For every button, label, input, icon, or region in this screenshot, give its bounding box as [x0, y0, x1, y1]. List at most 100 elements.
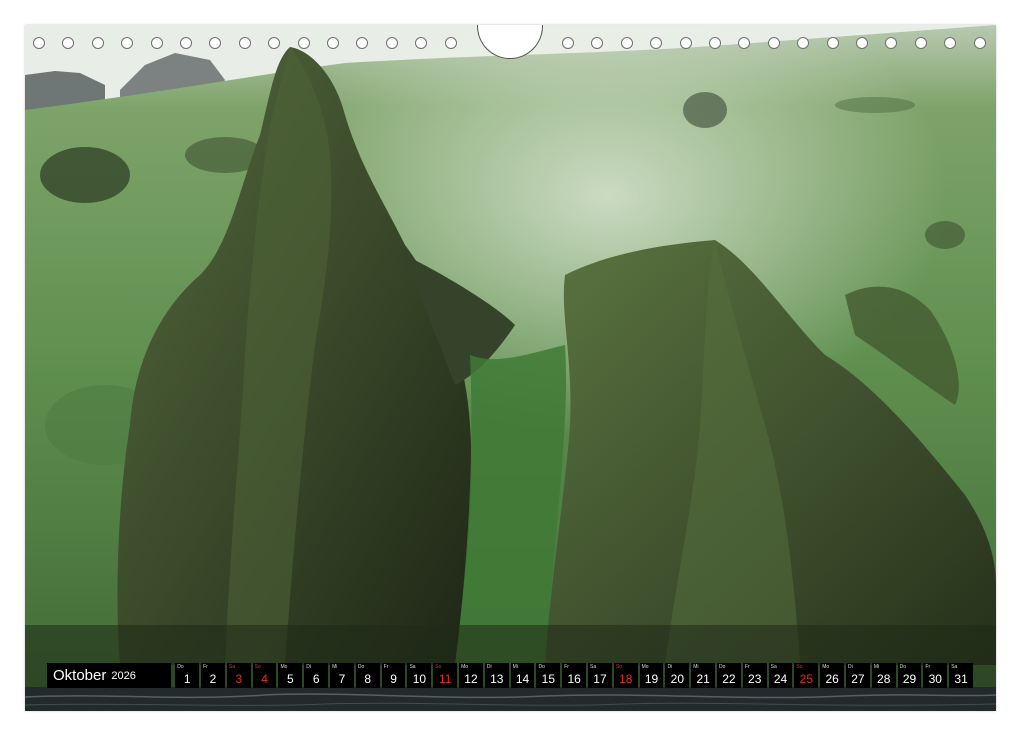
weekday-label: Mi — [693, 664, 699, 670]
binding-hole — [33, 37, 45, 49]
day-number: 25 — [799, 672, 813, 686]
binding-hole — [826, 37, 839, 49]
binding-hole — [944, 37, 957, 49]
binding-hole — [620, 37, 633, 49]
binding-hole — [679, 37, 692, 49]
day-cell: Mo 26 — [820, 663, 845, 688]
day-number: 28 — [877, 672, 891, 686]
weekday-label: Mo — [641, 664, 649, 670]
day-number: 6 — [312, 672, 320, 686]
day-cell: So 4 — [252, 663, 277, 688]
day-cell: Fr 30 — [923, 663, 948, 688]
day-cell: Di 20 — [665, 663, 690, 688]
day-cell: Mi 28 — [871, 663, 896, 688]
day-cell: Do 15 — [536, 663, 561, 688]
day-number: 16 — [567, 672, 581, 686]
weekday-label: Fr — [203, 664, 208, 670]
month-year: 2026 — [111, 669, 136, 682]
weekday-label: Mi — [512, 664, 518, 670]
day-cell: Do 22 — [717, 663, 741, 688]
binding-hole — [150, 37, 163, 49]
binding-hole — [62, 37, 75, 49]
weekday-label: So — [254, 664, 261, 670]
binding-hole — [209, 37, 222, 49]
binding-hole — [268, 37, 281, 49]
day-number: 2 — [209, 672, 217, 686]
weekday-label: Mo — [461, 664, 469, 670]
day-cell: Sa 24 — [768, 663, 793, 688]
weekday-label: Sa — [590, 664, 597, 670]
binding-hole — [91, 37, 104, 49]
hanger-cutout — [477, 25, 543, 59]
day-cell: Sa 17 — [588, 663, 612, 688]
day-cell: Mi 21 — [691, 663, 716, 688]
weekday-label: So — [615, 664, 622, 670]
day-cell: So 11 — [433, 663, 458, 688]
month-label: Oktober 2026 — [47, 663, 172, 688]
day-number: 18 — [619, 672, 633, 686]
day-number: 17 — [593, 672, 607, 686]
binding-hole — [709, 37, 721, 49]
day-number: 31 — [954, 672, 968, 686]
binding-hole — [297, 37, 310, 49]
day-number: 15 — [541, 672, 556, 686]
day-number: 5 — [287, 672, 294, 686]
day-number: 4 — [261, 672, 268, 686]
day-cell: Di 13 — [484, 663, 509, 688]
calendar-strip: Oktober 2026 Do 1 Fr 2 Sa 3 So 4 Mo 5 Di 6 Mi 7 Do 8 Fr 9… — [47, 663, 973, 688]
day-number: 10 — [412, 672, 427, 686]
day-number: 8 — [364, 672, 372, 686]
weekday-label: Sa — [409, 664, 416, 670]
day-cell: Fr 2 — [201, 663, 225, 688]
day-number: 26 — [825, 672, 839, 686]
day-number: 1 — [183, 672, 191, 686]
binding-hole — [415, 37, 428, 49]
day-cell: Fr 16 — [562, 663, 587, 688]
day-number: 9 — [390, 672, 397, 686]
landscape-photo — [25, 25, 996, 711]
weekday-label: Do — [177, 664, 184, 670]
day-cell: Do 8 — [355, 663, 380, 688]
binding-hole — [650, 37, 663, 49]
day-number: 29 — [902, 672, 917, 686]
binding-hole — [767, 37, 780, 49]
weekday-label: Mo — [280, 664, 288, 670]
day-number: 21 — [696, 672, 710, 686]
day-cells: Do 1 Fr 2 Sa 3 So 4 Mo 5 Di 6 Mi 7 Do 8 Fr 9 Sa 10 So 11 Mo 12 D… — [175, 663, 973, 688]
weekday-label: Sa — [228, 664, 236, 670]
binding-hole — [562, 37, 574, 49]
day-number: 14 — [515, 672, 530, 686]
binding-hole — [885, 37, 898, 49]
weekday-label: So — [435, 664, 442, 670]
binding-hole — [327, 37, 339, 49]
day-number: 27 — [851, 672, 865, 686]
weekday-label: Mi — [332, 664, 338, 670]
weekday-label: Fr — [564, 664, 569, 670]
weekday-label: Di — [848, 664, 853, 670]
binding-hole — [797, 37, 810, 49]
weekday-label: Do — [899, 664, 907, 670]
weekday-label: Di — [667, 664, 673, 670]
day-cell: Do 29 — [897, 663, 922, 688]
binding-hole — [385, 37, 398, 49]
day-number: 23 — [748, 672, 762, 686]
weekday-label: Fr — [925, 664, 931, 670]
month-name: Oktober — [53, 667, 107, 684]
binding-hole — [914, 37, 927, 49]
day-cell: Sa 3 — [226, 663, 251, 688]
day-cell: Di 6 — [304, 663, 329, 688]
weekday-label: Sa — [951, 664, 958, 670]
day-cell: Di 27 — [846, 663, 870, 688]
weekday-label: So — [796, 664, 803, 670]
calendar-page: Oktober 2026 Do 1 Fr 2 Sa 3 So 4 Mo 5 Di 6 Mi 7 Do 8 Fr 9… — [25, 25, 996, 711]
day-number: 20 — [670, 672, 685, 686]
day-cell: Mo 5 — [278, 663, 303, 688]
weekday-label: Sa — [770, 664, 777, 670]
day-cell: Mi 7 — [330, 663, 354, 688]
weekday-label: Mo — [822, 664, 830, 670]
binding-hole — [356, 37, 369, 49]
binding-hole — [738, 37, 751, 49]
binding-hole — [180, 37, 192, 49]
weekday-label: Do — [357, 664, 365, 670]
weekday-label: Di — [486, 664, 492, 670]
